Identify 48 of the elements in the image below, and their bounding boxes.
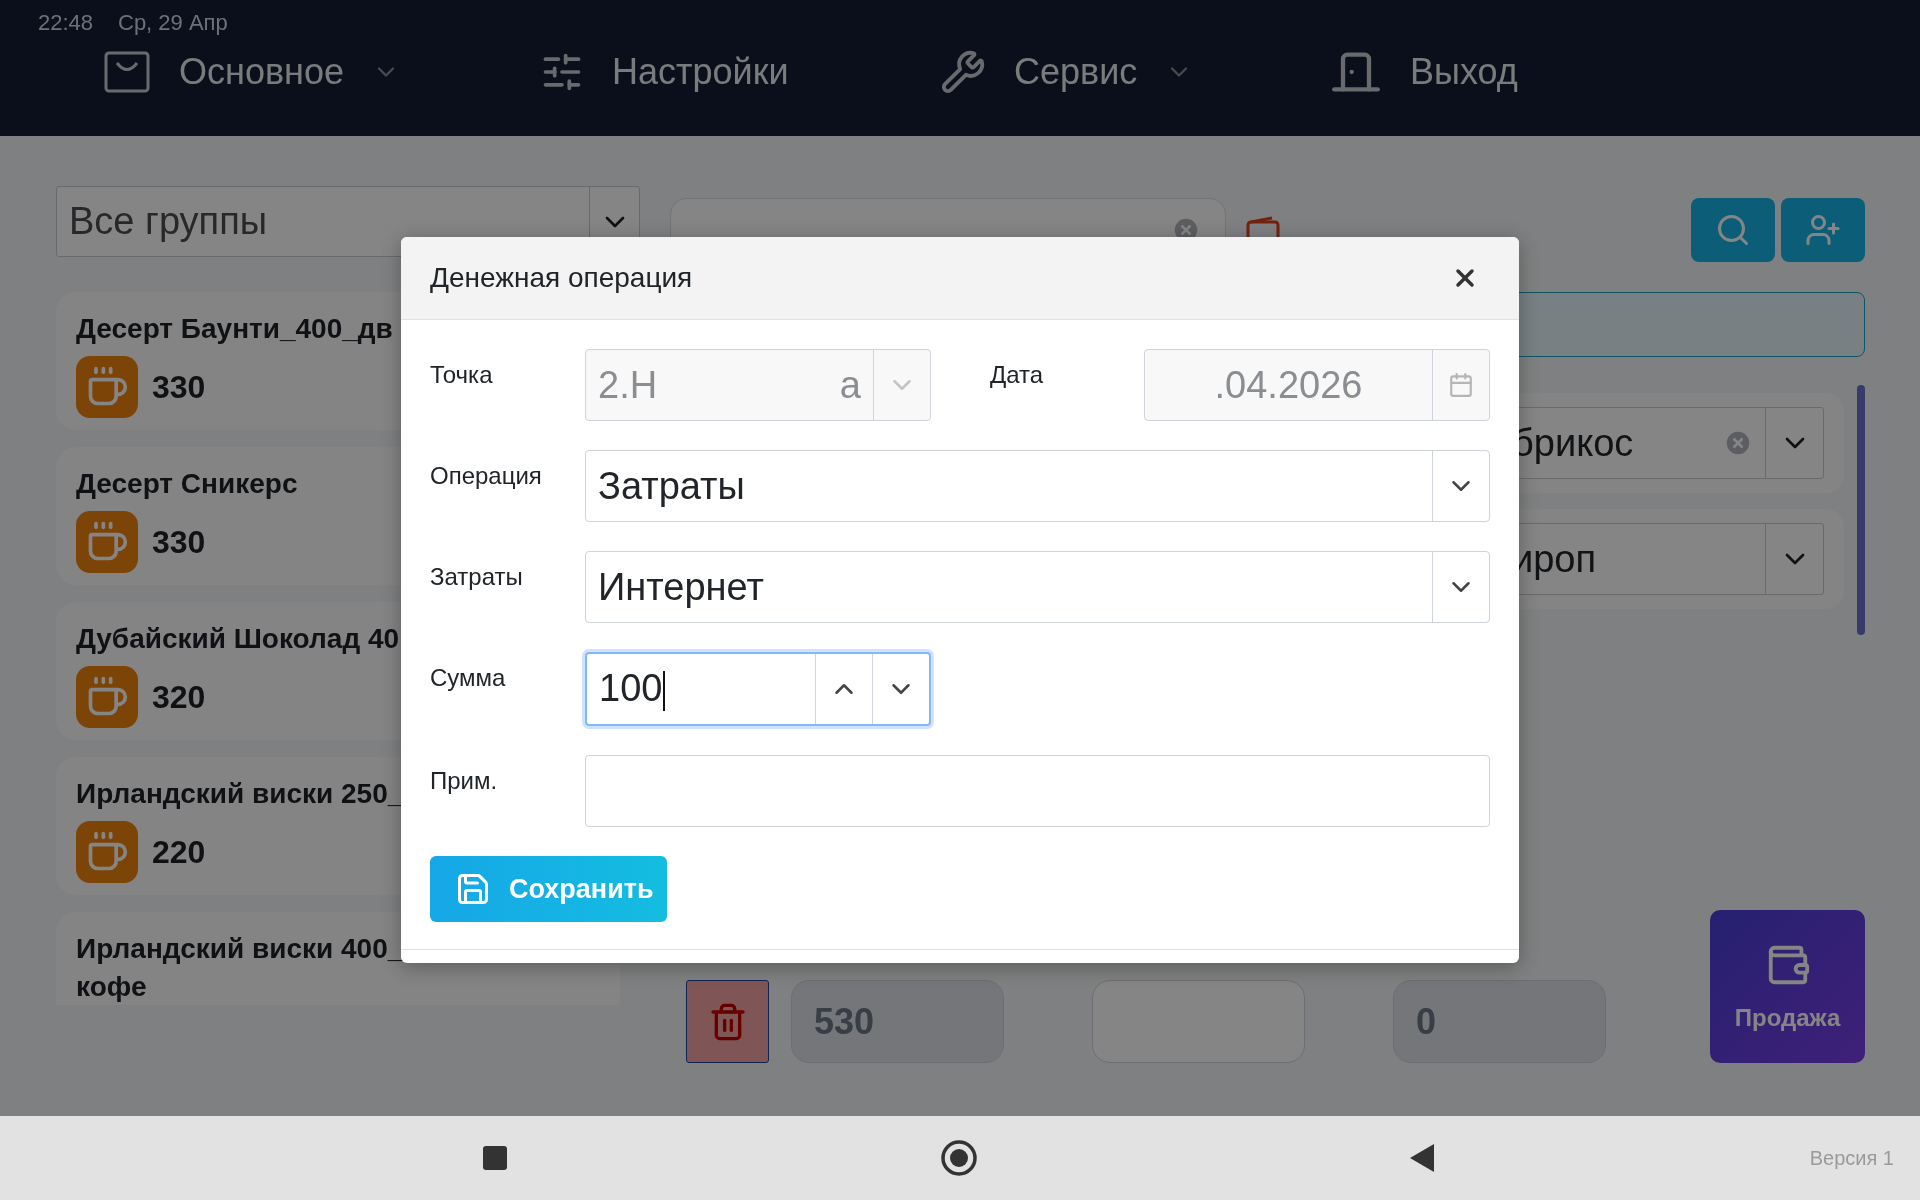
save-icon (455, 871, 491, 907)
product-name: Дубайский Шоколад 40 (76, 622, 400, 656)
search-icon (1715, 212, 1751, 248)
clear-icon[interactable] (1723, 428, 1753, 458)
status-date: Ср, 29 Апр (118, 10, 228, 36)
product-price: 330 (152, 523, 206, 561)
product-name: Десерт Сникерс (76, 467, 298, 501)
add-user-button[interactable] (1781, 198, 1865, 262)
field-label: Операция (430, 461, 543, 490)
nav-item[interactable]: Выход (1330, 46, 1630, 98)
product-name: кофе (76, 970, 147, 1004)
version-label: Версия 1 (1809, 1146, 1894, 1170)
add-user-icon (1805, 212, 1841, 248)
bag-icon (103, 50, 151, 94)
input-field[interactable] (585, 755, 1490, 827)
field-label: Точка (430, 360, 494, 389)
delete-button[interactable] (686, 980, 769, 1063)
cup-icon (76, 356, 138, 418)
square-icon[interactable] (482, 1145, 508, 1171)
product-price: 330 (152, 368, 206, 406)
number-field[interactable]: 100 (585, 652, 931, 726)
save-button[interactable]: Сохранить (430, 856, 667, 922)
status-time: 22:48 (38, 10, 94, 36)
product-name: Десерт Баунти_400_дв (76, 312, 393, 346)
nav-item[interactable]: Сервис (940, 49, 1330, 95)
select-field[interactable]: Интернет (585, 551, 1490, 623)
sale-button[interactable]: Продажа (1710, 910, 1865, 1063)
product-price: 220 (152, 833, 206, 871)
nav-item[interactable]: Основное (103, 50, 540, 94)
nav-item[interactable]: Настройки (540, 50, 940, 94)
modal-title: Денежная операция (430, 262, 693, 294)
calendar-icon (1448, 372, 1474, 398)
cup-icon (76, 511, 138, 573)
select-field[interactable]: Затраты (585, 450, 1490, 522)
product-price: 320 (152, 678, 206, 716)
wrench-icon (940, 49, 986, 95)
total-field[interactable]: 0 (1393, 980, 1606, 1063)
scrollbar[interactable] (1857, 385, 1865, 635)
cup-icon (76, 666, 138, 728)
field-label: Прим. (430, 766, 499, 795)
total-field[interactable]: 530 (791, 980, 1004, 1063)
home-icon[interactable] (940, 1139, 978, 1177)
search-button[interactable] (1691, 198, 1775, 262)
field-label: Дата (990, 360, 1045, 389)
cup-icon (76, 821, 138, 883)
field-label: Сумма (430, 663, 507, 692)
product-name: Ирландский виски 250_ (76, 777, 404, 811)
back-icon[interactable] (1408, 1142, 1436, 1174)
